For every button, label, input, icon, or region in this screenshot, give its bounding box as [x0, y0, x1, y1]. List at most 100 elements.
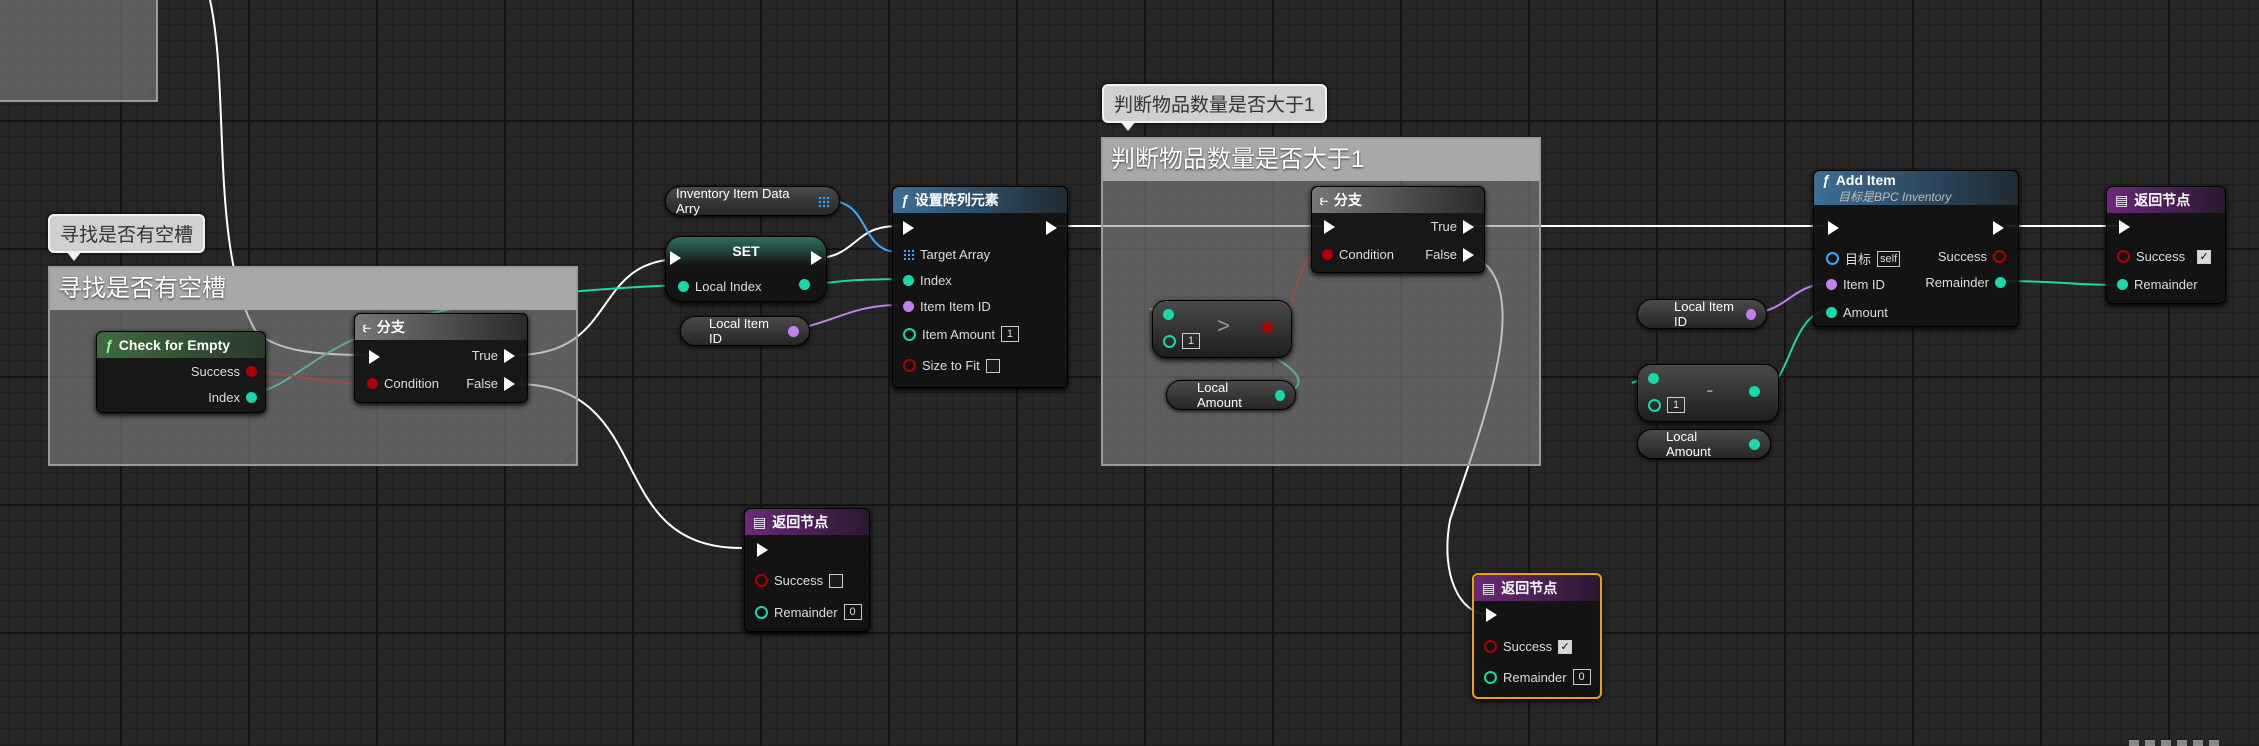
size-to-fit-pin[interactable]: Size to Fit [903, 358, 1000, 373]
target-self-field[interactable]: self [1877, 250, 1901, 267]
exec-input-pin[interactable] [1486, 608, 1497, 622]
int-pin-icon [1648, 398, 1661, 412]
local-amount-getter-1[interactable]: Local Amount [1166, 380, 1296, 410]
greater-than-node[interactable]: 1 > [1152, 300, 1292, 358]
amount-pin[interactable]: Amount [1826, 305, 1888, 320]
resize-grip[interactable] [144, 88, 154, 98]
exec-input-pin[interactable] [1828, 221, 1839, 235]
name-pin-icon [903, 301, 914, 312]
return-node-icon: ▤ [753, 513, 767, 530]
item-amount-field[interactable]: 1 [1000, 326, 1019, 342]
local-index-output-pin[interactable] [799, 279, 816, 290]
index-output-pin[interactable]: Index [208, 390, 257, 405]
return-node-2[interactable]: ▤ 返回节点 Success ✓ Remainder 0 [1472, 573, 1602, 699]
comment-bubble-check-amount[interactable]: 判断物品数量是否大于1 [1102, 84, 1327, 131]
remainder-input-pin[interactable]: Remainder [2117, 277, 2198, 292]
result-output-pin[interactable] [1262, 322, 1279, 333]
success-input-pin[interactable]: Success ✓ [1484, 639, 1573, 654]
exec-input-pin[interactable] [757, 543, 768, 557]
target-array-pin[interactable]: Target Array [903, 247, 990, 262]
int-pin-icon [1163, 309, 1174, 320]
branch-node-1[interactable]: ⥼ 分支 Condition True False [354, 313, 528, 403]
subtract-node[interactable]: 1 - [1637, 364, 1779, 422]
true-output-pin[interactable]: True [472, 348, 515, 363]
set-local-index-node[interactable]: SET Local Index [665, 236, 827, 302]
condition-input-pin[interactable]: Condition [367, 376, 439, 391]
return-node-3[interactable]: ▤ 返回节点 Success ✓ Remainder [2106, 186, 2226, 304]
bool-pin-icon [1993, 250, 2006, 263]
target-pin[interactable]: 目标 self [1826, 249, 1901, 268]
success-checkbox[interactable]: ✓ [1558, 639, 1573, 654]
exec-input-pin[interactable] [2119, 220, 2130, 234]
size-to-fit-checkbox[interactable] [985, 358, 1000, 373]
remainder-input-pin[interactable]: Remainder 0 [1484, 669, 1591, 685]
remainder-input-pin[interactable]: Remainder 0 [755, 604, 862, 620]
local-index-input-pin[interactable]: Local Index [678, 279, 762, 294]
local-amount-getter-2[interactable]: Local Amount [1637, 429, 1771, 459]
b-value-field[interactable]: 1 [1667, 397, 1685, 413]
item-amount-pin[interactable]: Item Amount 1 [903, 326, 1019, 342]
exec-pin-icon [504, 376, 515, 391]
name-pin-icon [788, 325, 799, 337]
exec-output-pin[interactable] [1046, 221, 1057, 235]
success-checkbox[interactable] [829, 573, 844, 588]
true-output-pin[interactable]: True [1431, 219, 1474, 234]
item-id-pin[interactable]: Item ID [1826, 277, 1885, 292]
branch-node-2[interactable]: ⥼ 分支 Condition True False [1311, 186, 1485, 273]
exec-input-pin[interactable] [903, 221, 914, 235]
comment-bubble-find-empty[interactable]: 寻找是否有空槽 [48, 214, 206, 261]
bool-pin-icon [246, 366, 257, 377]
int-pin-icon [1648, 373, 1659, 384]
exec-pin-icon [504, 348, 515, 363]
false-output-pin[interactable]: False [466, 376, 515, 391]
remainder-field[interactable]: 0 [843, 604, 862, 620]
success-checkbox[interactable]: ✓ [2197, 249, 2212, 264]
set-array-element-node[interactable]: ƒ 设置阵列元素 Target Array Index Item Item ID … [892, 186, 1068, 388]
check-for-empty-node[interactable]: ƒ Check for Empty Success Index [96, 331, 266, 413]
array-grid-icon [903, 249, 914, 260]
resize-grip[interactable] [1527, 452, 1537, 462]
resize-grip[interactable] [564, 452, 574, 462]
exec-input-pin[interactable] [369, 350, 380, 364]
exec-output-pin[interactable] [1993, 221, 2004, 235]
inventory-item-data-array-getter[interactable]: Inventory Item Data Arry [665, 186, 840, 216]
index-input-pin[interactable]: Index [903, 273, 952, 288]
bool-pin-icon [1322, 249, 1333, 260]
array-grid-icon[interactable] [818, 195, 829, 207]
false-output-pin[interactable]: False [1425, 247, 1474, 262]
int-pin-icon [1484, 670, 1497, 684]
a-input-pin[interactable] [1648, 373, 1665, 384]
exec-input-pin[interactable] [1324, 220, 1335, 234]
item-item-id-pin[interactable]: Item Item ID [903, 299, 991, 314]
add-item-node[interactable]: ƒ Add Item 目标是BPC Inventory 目标 self Succes… [1813, 170, 2019, 327]
comment-title: 寻找是否有空槽 [50, 268, 576, 310]
result-output-pin[interactable] [1749, 386, 1766, 397]
comment-title: 判断物品数量是否大于1 [1103, 139, 1539, 181]
remainder-output-pin[interactable]: Remainder [1925, 275, 2006, 290]
int-pin-icon [1749, 438, 1760, 450]
b-input-pin[interactable]: 1 [1163, 333, 1200, 349]
success-input-pin[interactable]: Success [755, 573, 844, 588]
int-pin-icon [678, 281, 689, 292]
condition-input-pin[interactable]: Condition [1322, 247, 1394, 262]
local-item-id-getter-2[interactable]: Local Item ID [1637, 299, 1767, 329]
local-item-id-getter-1[interactable]: Local Item ID [680, 316, 810, 346]
a-input-pin[interactable] [1163, 309, 1180, 320]
int-pin-icon [246, 392, 257, 403]
int-pin-icon [903, 327, 916, 341]
return-node-1[interactable]: ▤ 返回节点 Success Remainder 0 [744, 508, 870, 632]
int-pin-icon [755, 605, 768, 619]
remainder-field[interactable]: 0 [1572, 669, 1591, 685]
int-pin-icon [903, 275, 914, 286]
b-input-pin[interactable]: 1 [1648, 397, 1685, 413]
success-input-pin[interactable]: Success ✓ [2117, 249, 2212, 264]
b-value-field[interactable]: 1 [1182, 333, 1200, 349]
success-output-pin[interactable]: Success [191, 364, 257, 379]
exec-output-pin[interactable] [811, 251, 822, 265]
function-icon: ƒ [901, 192, 909, 208]
int-pin-icon [1995, 277, 2006, 288]
comment-box-partial[interactable] [0, 0, 158, 102]
success-output-pin[interactable]: Success [1938, 249, 2006, 264]
int-pin-icon [1274, 389, 1285, 401]
exec-input-pin[interactable] [670, 251, 681, 265]
